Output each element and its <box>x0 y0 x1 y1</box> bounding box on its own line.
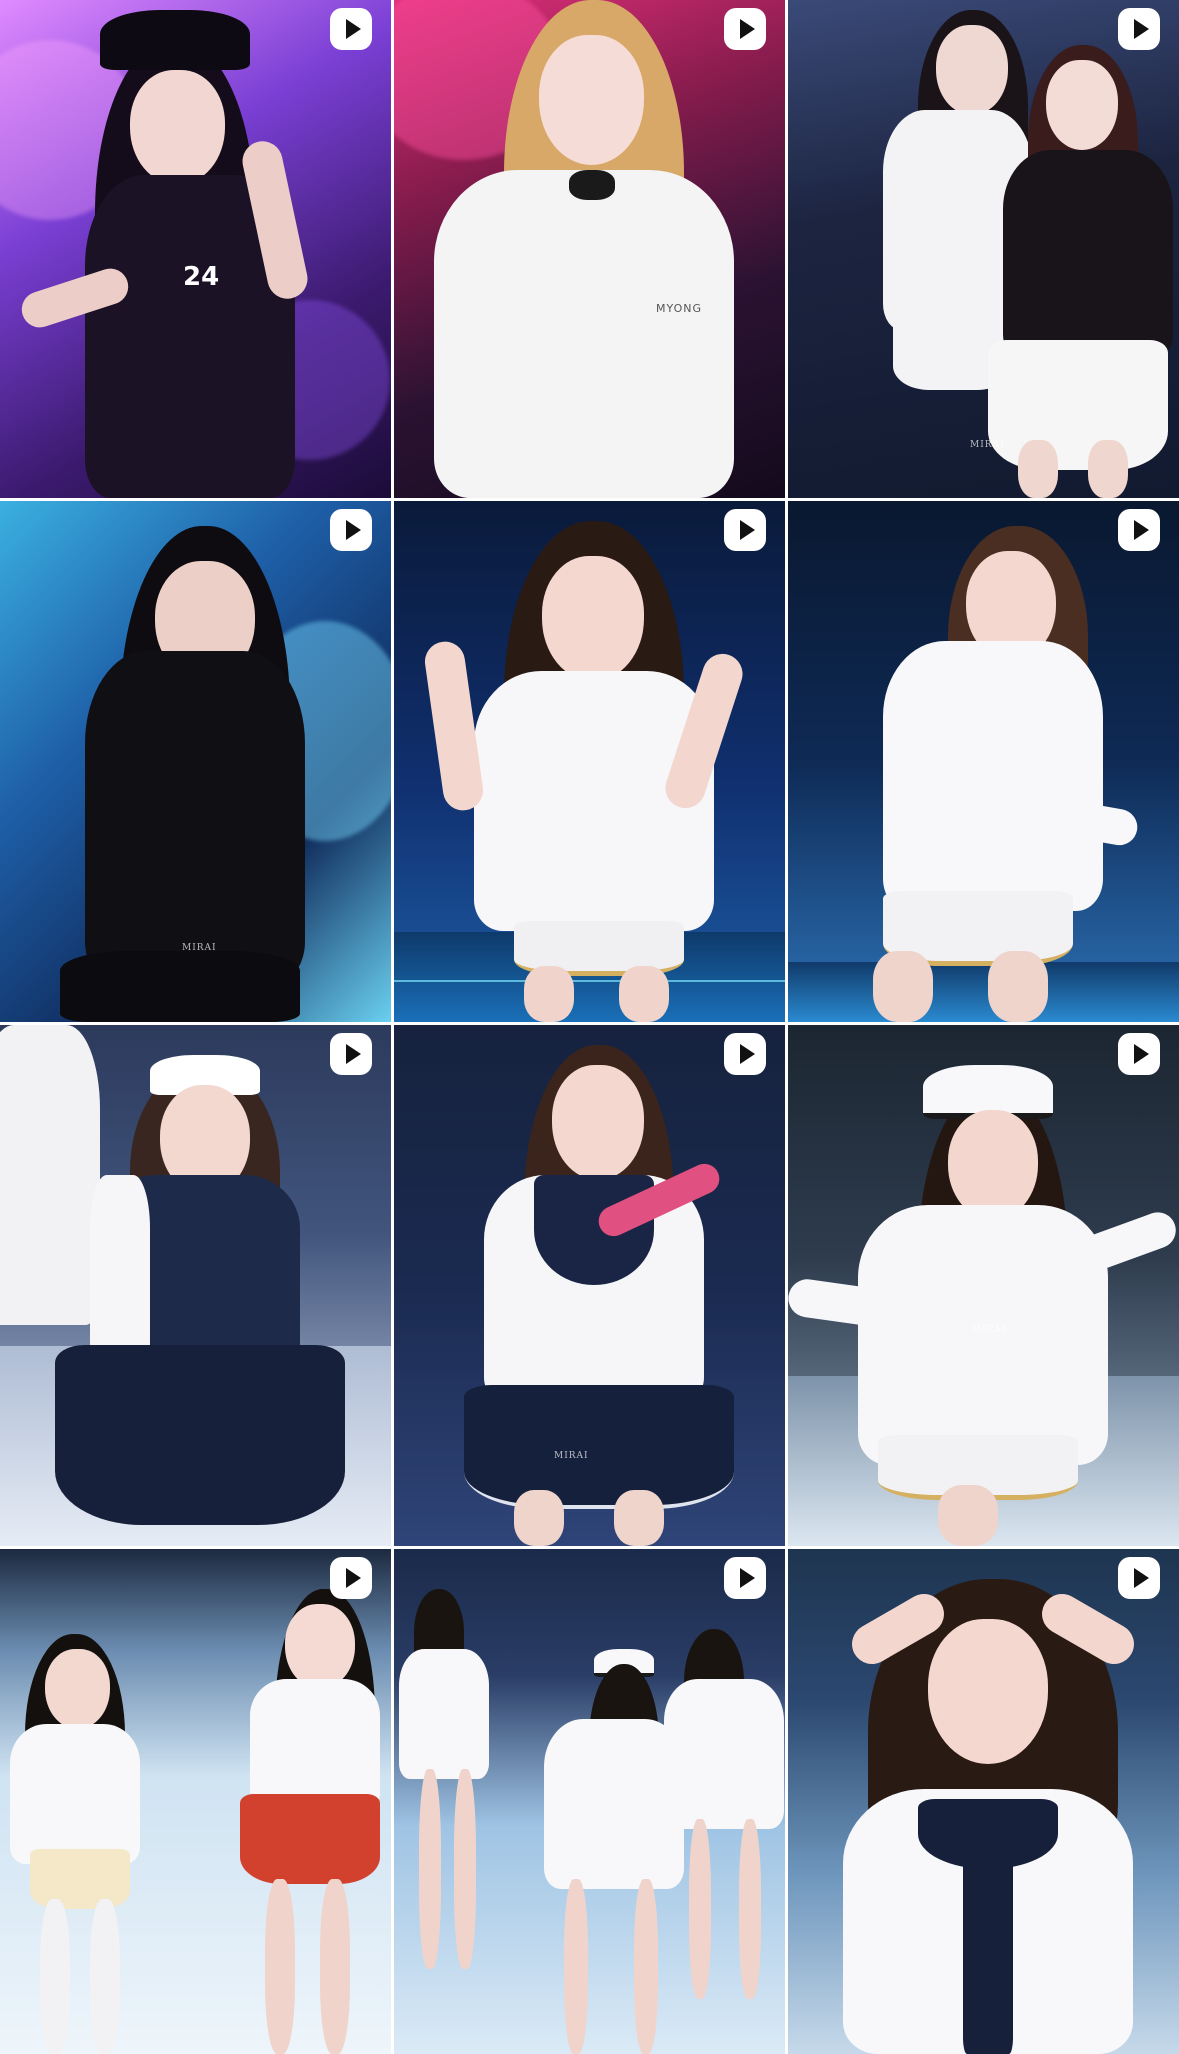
performer: 24 <box>0 0 391 498</box>
stage-scene: MIRAI <box>0 501 391 1022</box>
performer: MIRAI <box>788 0 1179 498</box>
reel-thumbnail[interactable]: MIRAI <box>394 1025 785 1546</box>
stage-scene <box>0 1549 391 2054</box>
reel-thumbnail[interactable] <box>394 501 785 1022</box>
reel-thumbnail[interactable]: MIRAI <box>788 0 1179 498</box>
performer: MIRAI <box>394 1025 785 1546</box>
watermark: MIRAI <box>970 440 1005 450</box>
stage-scene <box>394 501 785 1022</box>
watermark: MIRAI <box>554 1451 589 1461</box>
reel-play-icon <box>1115 1030 1163 1078</box>
reel-play-icon <box>721 506 769 554</box>
performer <box>394 1549 785 2054</box>
reel-thumbnail[interactable] <box>788 501 1179 1022</box>
reel-thumbnail[interactable] <box>0 1025 391 1546</box>
stage-scene <box>0 1025 391 1546</box>
reel-thumbnail[interactable] <box>788 1549 1179 2054</box>
reel-thumbnail[interactable]: MYONG <box>394 0 785 498</box>
jersey-number: 24 <box>183 262 220 292</box>
watermark: MIRAI <box>182 943 217 953</box>
reel-play-icon <box>1115 5 1163 53</box>
jacket-text: MYONG <box>656 302 703 315</box>
reel-thumbnail[interactable]: MIRAI <box>0 501 391 1022</box>
stage-scene <box>788 501 1179 1022</box>
reel-play-icon <box>721 1030 769 1078</box>
reels-grid: 24 MYONG MIRAI MIRAI MIRAI MIRAI <box>0 0 1179 2054</box>
reel-play-icon <box>327 5 375 53</box>
reel-thumbnail[interactable]: 24 <box>0 0 391 498</box>
performer <box>788 501 1179 1022</box>
reel-play-icon <box>721 5 769 53</box>
reel-thumbnail[interactable]: MIRAI <box>788 1025 1179 1546</box>
reel-play-icon <box>1115 1554 1163 1602</box>
stage-scene: 24 <box>0 0 391 498</box>
stage-scene: MIRAI <box>788 1025 1179 1546</box>
reel-thumbnail[interactable] <box>0 1549 391 2054</box>
stage-scene <box>788 1549 1179 2054</box>
stage-scene <box>394 1549 785 2054</box>
stage-scene: MIRAI <box>394 1025 785 1546</box>
reel-play-icon <box>1115 506 1163 554</box>
stage-scene: MYONG <box>394 0 785 498</box>
watermark: MIRAI <box>972 1325 1007 1335</box>
performer <box>0 1025 391 1546</box>
performer: MIRAI <box>0 501 391 1022</box>
performer: MYONG <box>394 0 785 498</box>
reel-play-icon <box>327 1554 375 1602</box>
reel-play-icon <box>721 1554 769 1602</box>
stage-scene: MIRAI <box>788 0 1179 498</box>
performer <box>0 1549 391 2054</box>
reel-play-icon <box>327 506 375 554</box>
performer <box>788 1549 1179 2054</box>
reel-thumbnail[interactable] <box>394 1549 785 2054</box>
reel-play-icon <box>327 1030 375 1078</box>
performer: MIRAI <box>788 1025 1179 1546</box>
performer <box>394 501 785 1022</box>
